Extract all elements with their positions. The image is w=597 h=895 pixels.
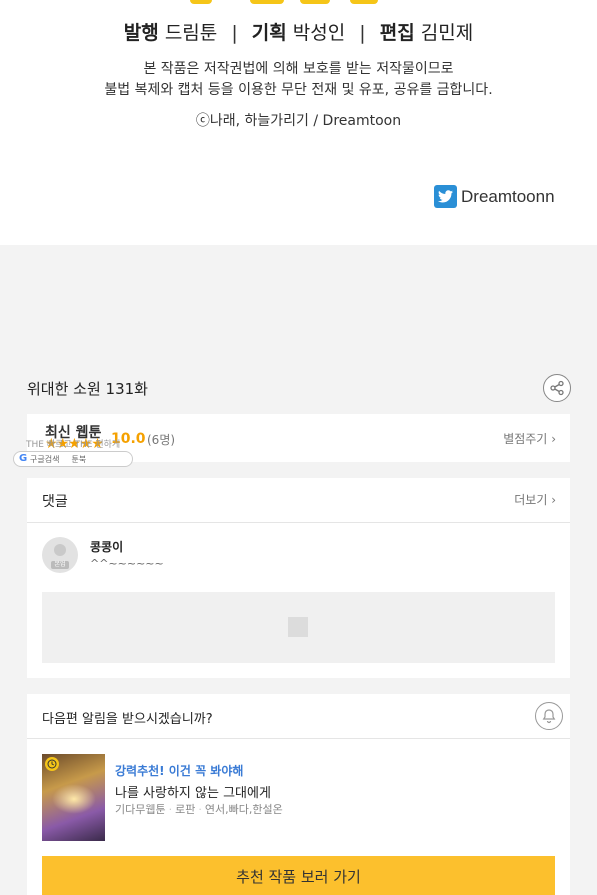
rate-link[interactable]: 별점주기 › [503, 430, 556, 447]
recommendation-title[interactable]: 나를 사랑하지 않는 그대에게 [115, 782, 271, 801]
comment-text: ^^~~~~~~ [90, 557, 164, 570]
avatar-head-icon [54, 544, 66, 556]
chevron-right-icon: › [551, 493, 556, 507]
recommendation-thumbnail[interactable] [42, 754, 105, 841]
toonbook-label: 툰북 [71, 454, 87, 464]
rate-link-label: 별점주기 [503, 432, 548, 446]
copyright-notice-line2: 불법 복제와 캡처 등을 이용한 무단 전재 및 유포, 공유를 금합니다. [104, 82, 493, 98]
share-icon [550, 380, 564, 396]
credit-line: 발행 드림툰 | 기획 박성인 | 편집 김민제 [0, 18, 597, 45]
separator: | [359, 22, 366, 44]
clock-icon [45, 757, 59, 771]
notification-question: 다음편 알림을 받으시겠습니까? [42, 712, 213, 727]
next-episode-card: 다음편 알림을 받으시겠습니까? 강력추천! 이건 꼭 봐야해 나를 사랑하지 … [27, 694, 570, 895]
planning-label: 기획 [251, 22, 287, 44]
more-comments-link[interactable]: 더보기 › [514, 491, 556, 508]
overlay-text: THE 빠르고 THE 편하게 [26, 440, 121, 450]
meta-divider: · [198, 803, 202, 816]
publisher-label: 발행 [123, 22, 159, 44]
planning-value: 박성인 [292, 22, 346, 44]
twitter-bird-icon [434, 185, 457, 208]
avatar[interactable]: 본업 [42, 537, 78, 573]
copyright-notice-line1: 본 작품은 저작권법에 의해 보호를 받는 저작물이므로 [143, 61, 454, 77]
recommendation-badge: 강력추천! 이건 꼭 봐야해 [115, 764, 244, 778]
meta-authors: 연서,빠다,한설온 [204, 803, 283, 816]
episode-title: 위대한 소원 131화 [27, 380, 148, 398]
dreamtoon-brand[interactable]: Dreamtoonn [434, 185, 555, 208]
comments-card: 댓글 더보기 › 본업 콩콩이 ^^~~~~~~ [27, 478, 570, 678]
credits-section: 발행 드림툰 | 기획 박성인 | 편집 김민제 본 작품은 저작권법에 의해 … [0, 0, 597, 245]
meta-divider: · [168, 803, 173, 816]
more-link-label: 더보기 [514, 493, 548, 507]
thumbnail-art [52, 784, 96, 814]
next-episode-header: 다음편 알림을 받으시겠습니까? [27, 694, 570, 739]
comment-author[interactable]: 콩콩이 [90, 538, 123, 555]
comments-header: 댓글 더보기 › [27, 478, 570, 523]
publisher-value: 드림툰 [164, 22, 218, 44]
comments-title: 댓글 [42, 494, 68, 510]
view-recommendation-button[interactable]: 추천 작품 보러 가기 [42, 856, 555, 895]
chevron-right-icon: › [551, 432, 556, 446]
google-search-label: 구글검색 [30, 454, 60, 464]
ad-placeholder[interactable] [42, 592, 555, 663]
google-icon: G [19, 453, 28, 464]
bell-icon [542, 709, 556, 724]
meta-genre: 로판 [175, 803, 196, 816]
share-button[interactable] [543, 374, 571, 402]
image-placeholder-icon [288, 617, 308, 637]
brand-name: Dreamtoonn [461, 186, 555, 206]
rating-count: (6명) [147, 433, 176, 447]
editing-value: 김민제 [420, 22, 474, 44]
recommendation-meta: 기다무웹툰 · 로판 · 연서,빠다,한설온 [115, 801, 283, 817]
logo-fragment [190, 0, 390, 6]
copyright-text: ⓒ나래, 하늘가리기 / Dreamtoon [195, 113, 402, 129]
avatar-badge: 본업 [51, 561, 69, 569]
editing-label: 편집 [379, 22, 415, 44]
search-bar-overlay[interactable]: G 구글검색 툰북 [13, 451, 133, 467]
meta-type: 기다무웹툰 [115, 803, 166, 816]
separator: | [231, 22, 238, 44]
notification-bell-button[interactable] [535, 702, 563, 730]
